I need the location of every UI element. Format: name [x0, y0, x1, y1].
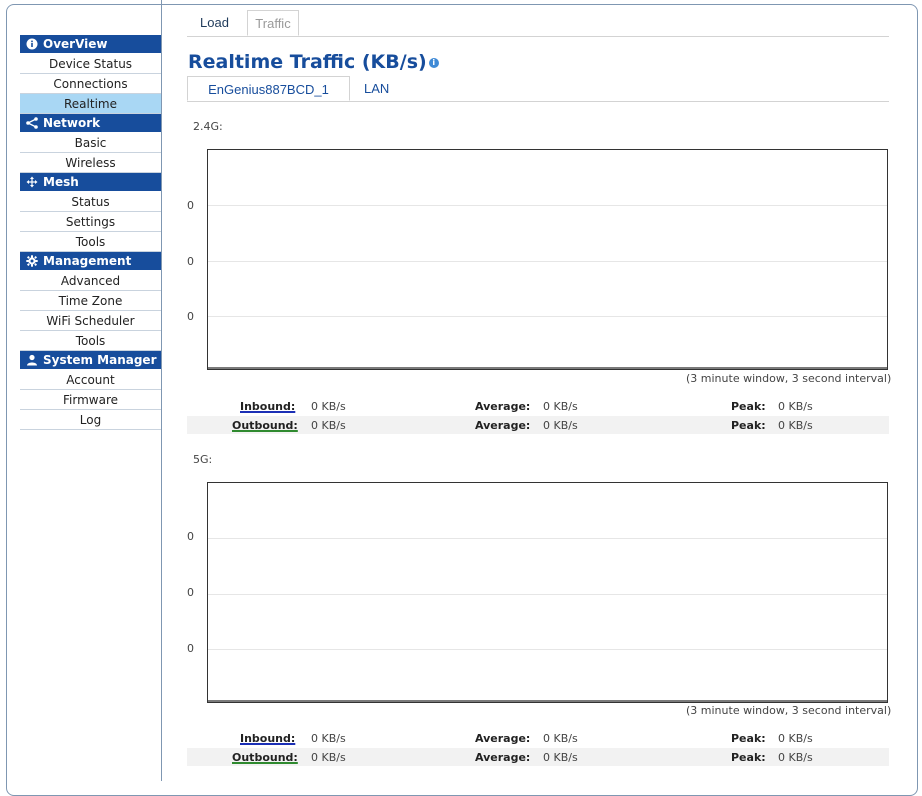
peak-label: Peak: — [731, 419, 766, 432]
y-axis-label: 0 — [187, 642, 194, 655]
section-network[interactable]: Network — [20, 114, 161, 133]
inbound-stats-5g: Inbound: 0 KB/s Average: 0 KB/s Peak: 0 … — [187, 729, 889, 747]
average-label: Average: — [475, 732, 531, 745]
grid-line — [208, 538, 887, 539]
inbound-value: 0 KB/s — [311, 400, 346, 413]
average-label: Average: — [475, 419, 531, 432]
outbound-value: 0 KB/s — [311, 751, 346, 764]
average-label: Average: — [475, 751, 531, 764]
section-title: Management — [43, 253, 132, 268]
gear-icon — [26, 255, 38, 267]
y-axis-label: 0 — [187, 530, 194, 543]
y-axis-label: 0 — [187, 310, 194, 323]
section-title: OverView — [43, 36, 108, 51]
tab-load[interactable]: Load — [200, 10, 229, 36]
traffic-graph-5g — [207, 482, 888, 703]
section-title: Mesh — [43, 174, 79, 189]
inbound-value: 0 KB/s — [311, 732, 346, 745]
grid-line — [208, 205, 887, 206]
peak-value: 0 KB/s — [778, 751, 813, 764]
info-icon[interactable]: i — [428, 57, 439, 68]
traffic-graph-2-4g — [207, 149, 888, 370]
section-title: Network — [43, 115, 101, 130]
peak-label: Peak: — [731, 751, 766, 764]
grid-line — [208, 261, 887, 262]
window-note: (3 minute window, 3 second interval) — [686, 372, 892, 385]
average-value: 0 KB/s — [543, 732, 578, 745]
page-title-text: Realtime Traffic (KB/s) — [188, 51, 427, 73]
average-value: 0 KB/s — [543, 419, 578, 432]
inbound-stats-2-4g: Inbound: 0 KB/s Average: 0 KB/s Peak: 0 … — [187, 397, 889, 415]
tab-lan[interactable]: LAN — [364, 76, 389, 101]
band-label-5g: 5G: — [193, 453, 213, 466]
user-icon — [26, 354, 38, 366]
interface-tab-bar: EnGenius887BCD_1 LAN — [187, 76, 889, 102]
section-overview[interactable]: OverView — [20, 35, 161, 54]
sidebar-item-device-status[interactable]: Device Status — [20, 54, 161, 74]
move-arrows-icon — [26, 176, 38, 188]
grid-line — [208, 649, 887, 650]
section-system-manager[interactable]: System Manager — [20, 351, 161, 370]
outbound-value: 0 KB/s — [311, 419, 346, 432]
baseline — [208, 700, 887, 702]
inbound-label: Inbound: — [240, 400, 296, 413]
peak-value: 0 KB/s — [778, 419, 813, 432]
page-title: Realtime Traffic (KB/s) i — [188, 51, 439, 73]
section-mesh[interactable]: Mesh — [20, 173, 161, 192]
outbound-label: Outbound: — [232, 419, 298, 432]
y-axis-label: 0 — [187, 199, 194, 212]
band-label-2-4g: 2.4G: — [193, 120, 223, 133]
grid-line — [208, 594, 887, 595]
top-tab-bar: Load Traffic — [187, 10, 889, 37]
baseline — [208, 367, 887, 369]
sidebar-item-wifi-scheduler[interactable]: WiFi Scheduler — [20, 311, 161, 331]
outbound-label: Outbound: — [232, 751, 298, 764]
sidebar-item-log[interactable]: Log — [20, 410, 161, 430]
outbound-stats-5g: Outbound: 0 KB/s Average: 0 KB/s Peak: 0… — [187, 748, 889, 766]
sidebar-item-account[interactable]: Account — [20, 370, 161, 390]
section-management[interactable]: Management — [20, 252, 161, 271]
sidebar-item-advanced[interactable]: Advanced — [20, 271, 161, 291]
peak-label: Peak: — [731, 400, 766, 413]
sidebar-item-mesh-status[interactable]: Status — [20, 192, 161, 212]
tab-traffic[interactable]: Traffic — [247, 10, 299, 36]
y-axis-label: 0 — [187, 586, 194, 599]
y-axis-label: 0 — [187, 255, 194, 268]
info-icon — [26, 38, 38, 50]
sidebar-item-wireless[interactable]: Wireless — [20, 153, 161, 173]
share-icon — [26, 117, 38, 129]
sidebar-item-mesh-tools[interactable]: Tools — [20, 232, 161, 252]
sidebar-item-firmware[interactable]: Firmware — [20, 390, 161, 410]
sidebar-item-basic[interactable]: Basic — [20, 133, 161, 153]
sidebar-item-connections[interactable]: Connections — [20, 74, 161, 94]
average-label: Average: — [475, 400, 531, 413]
sidebar-item-time-zone[interactable]: Time Zone — [20, 291, 161, 311]
tab-engenius887bcd-1[interactable]: EnGenius887BCD_1 — [187, 76, 350, 101]
peak-label: Peak: — [731, 732, 766, 745]
average-value: 0 KB/s — [543, 400, 578, 413]
sidebar: OverView Device Status Connections Realt… — [20, 0, 162, 781]
average-value: 0 KB/s — [543, 751, 578, 764]
outbound-stats-2-4g: Outbound: 0 KB/s Average: 0 KB/s Peak: 0… — [187, 416, 889, 434]
sidebar-item-realtime[interactable]: Realtime — [20, 94, 161, 114]
peak-value: 0 KB/s — [778, 732, 813, 745]
section-title: System Manager — [43, 352, 157, 367]
sidebar-item-management-tools[interactable]: Tools — [20, 331, 161, 351]
sidebar-item-mesh-settings[interactable]: Settings — [20, 212, 161, 232]
sidebar-menu: OverView Device Status Connections Realt… — [20, 35, 161, 430]
grid-line — [208, 316, 887, 317]
window-note: (3 minute window, 3 second interval) — [686, 704, 892, 717]
peak-value: 0 KB/s — [778, 400, 813, 413]
inbound-label: Inbound: — [240, 732, 296, 745]
